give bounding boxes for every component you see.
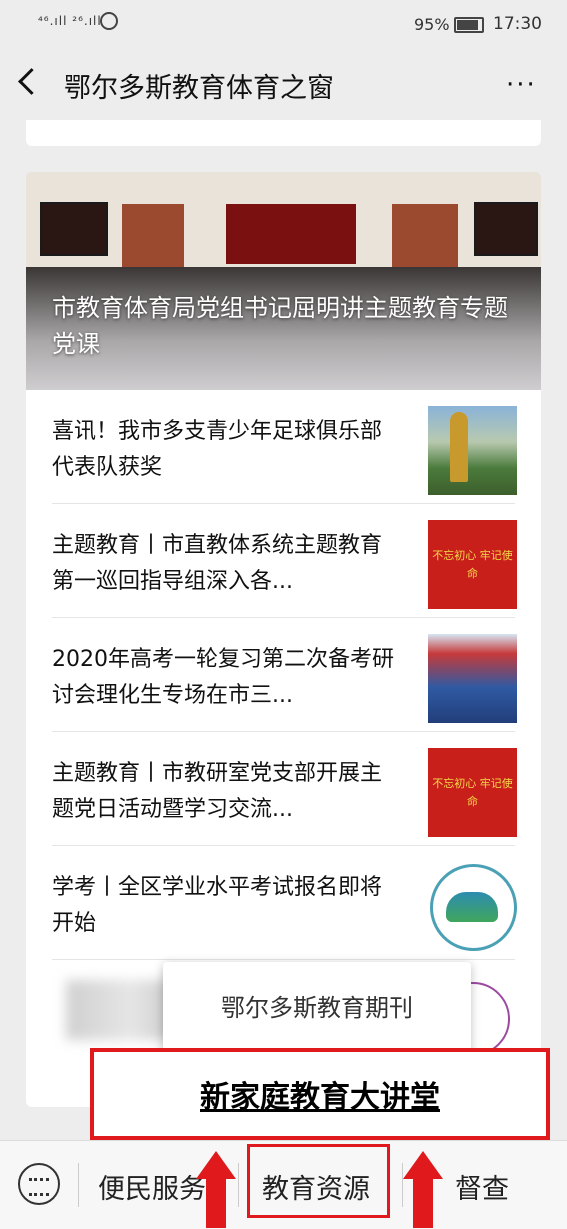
page-title: 鄂尔多斯教育体育之窗: [64, 73, 334, 104]
divider: [78, 1163, 79, 1207]
status-bar: ⁴⁶.ıll ²⁶.ıll 95% 17:30: [0, 0, 567, 48]
annotation-arrow-icon: [403, 1151, 443, 1228]
article-title: 主题教育丨市教研室党支部开展主题党日活动暨学习交流...: [52, 761, 383, 822]
menu-item-services[interactable]: 便民服务: [98, 1167, 206, 1206]
menu-item-supervision[interactable]: 督查: [455, 1167, 509, 1206]
slogan-thumbnail: 不忘初心 牢记使命: [428, 520, 517, 609]
article-title: 主题教育丨市直教体系统主题教育第一巡回指导组深入各...: [52, 533, 383, 594]
submenu-item-family-education[interactable]: 新家庭教育大讲堂: [94, 1072, 546, 1116]
clock: 17:30: [493, 14, 542, 34]
list-item[interactable]: 2020年高考一轮复习第二次备考研讨会理化生专场在市三...: [26, 618, 541, 732]
list-item[interactable]: 主题教育丨市直教体系统主题教育第一巡回指导组深入各... 不忘初心 牢记使命: [26, 504, 541, 618]
article-title: 喜讯！我市多支青少年足球俱乐部代表队获奖: [52, 419, 383, 480]
divider: [238, 1163, 239, 1207]
meeting-thumbnail: [428, 634, 517, 723]
back-arrow-icon[interactable]: [18, 68, 45, 95]
keyboard-icon[interactable]: [18, 1163, 60, 1205]
navigation-bar: 鄂尔多斯教育体育之窗 ···: [0, 48, 567, 122]
annotation-highlight-box: 新家庭教育大讲堂: [90, 1048, 550, 1140]
battery-percent: 95%: [414, 15, 450, 34]
hero-image: [26, 172, 541, 284]
battery-icon: [454, 17, 484, 33]
submenu-item-journal[interactable]: 鄂尔多斯教育期刊: [163, 988, 471, 1023]
list-item[interactable]: 喜讯！我市多支青少年足球俱乐部代表队获奖: [26, 390, 541, 504]
alarm-icon: [100, 12, 118, 30]
hero-caption: 市教育体育局党组书记屈明讲主题教育专题党课: [52, 294, 508, 358]
list-item[interactable]: 主题教育丨市教研室党支部开展主题党日活动暨学习交流... 不忘初心 牢记使命: [26, 732, 541, 846]
trophy-thumbnail: [428, 406, 517, 495]
annotation-arrow-icon: [196, 1151, 236, 1228]
slogan-thumbnail: 不忘初心 牢记使命: [428, 748, 517, 837]
article-title: 2020年高考一轮复习第二次备考研讨会理化生专场在市三...: [52, 647, 394, 708]
list-item[interactable]: 学考丨全区学业水平考试报名即将开始: [26, 846, 541, 960]
hero-article[interactable]: 市教育体育局党组书记屈明讲主题教育专题党课: [26, 172, 541, 390]
previous-card-edge: [26, 120, 541, 146]
article-title: 学考丨全区学业水平考试报名即将开始: [52, 875, 383, 936]
exam-logo-thumbnail: [428, 862, 517, 951]
annotation-menu-box: [247, 1144, 390, 1218]
signal-icon: ⁴⁶.ıll ²⁶.ıll: [38, 14, 102, 28]
more-options-icon[interactable]: ···: [506, 70, 537, 100]
